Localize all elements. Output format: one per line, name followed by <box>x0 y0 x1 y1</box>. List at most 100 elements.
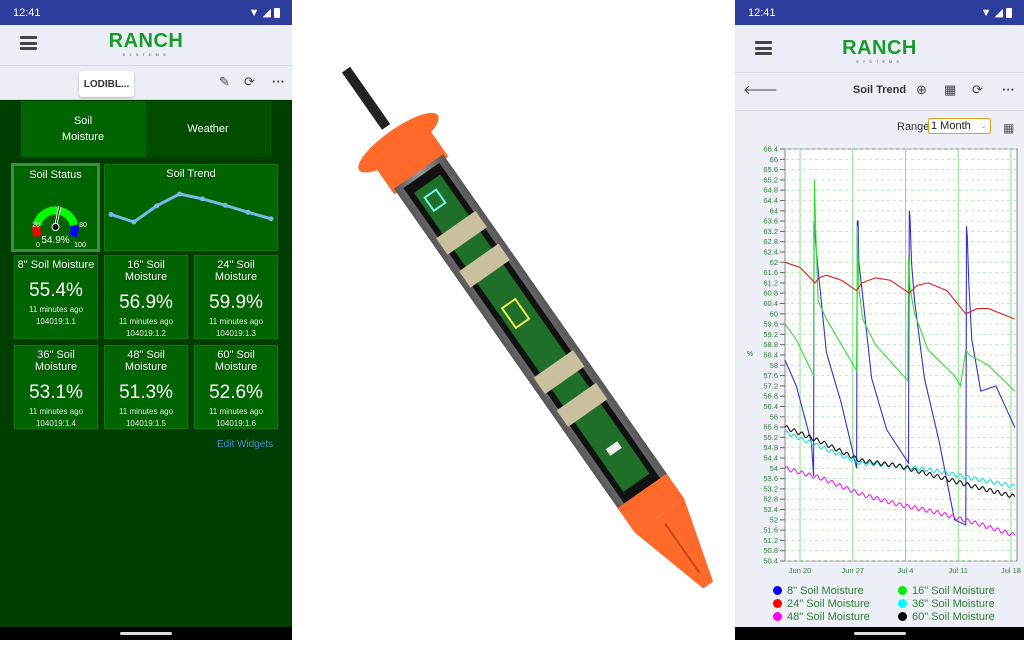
sensor-id: 104019:1.4 <box>35 419 77 428</box>
ranch-logo: RANCH SYSTEMS <box>109 31 184 57</box>
range-row: Range 1 Month ⌄ ▦ <box>735 111 1024 143</box>
y-tick-label: 66.4 <box>763 145 778 154</box>
y-tick-label: 61.6 <box>763 268 778 277</box>
nav-bar <box>0 627 292 640</box>
y-tick-label: 62 <box>770 258 778 267</box>
y-tick-label: 58 <box>770 361 778 370</box>
legend-item[interactable]: 24" Soil Moisture <box>773 597 898 610</box>
y-tick-label: 50.4 <box>763 557 778 566</box>
legend-item[interactable]: 60" Soil Moisture <box>898 610 1023 623</box>
y-tick-label: 66 <box>770 155 778 164</box>
y-tick-label: 53.6 <box>763 474 778 483</box>
range-select[interactable]: 1 Month ⌄ <box>928 118 991 134</box>
left-phone-screen: 12:41 ▼ ◢ RANCH SYSTEMS LODIBL... ✎ ⟳ ··… <box>0 0 292 640</box>
y-tick-label: 55.6 <box>763 423 778 432</box>
sparkline-point <box>199 196 205 202</box>
tab-bar: Soil Moisture Weather <box>21 101 271 157</box>
nav-bar <box>735 627 1024 640</box>
legend-item[interactable]: 48" Soil Moisture <box>773 610 898 623</box>
widget-title: Soil Status <box>29 169 82 181</box>
more-icon[interactable]: ··· <box>1002 83 1015 97</box>
x-tick-label: Jun 20 <box>789 566 812 575</box>
site-selector-button[interactable]: LODIBL... <box>79 71 134 97</box>
product-image <box>292 0 735 640</box>
legend-item[interactable]: 16" Soil Moisture <box>898 584 1023 597</box>
tab-soil-moisture[interactable]: Soil Moisture <box>21 101 146 157</box>
more-icon[interactable]: ··· <box>272 75 285 89</box>
y-tick-label: 52 <box>770 515 778 524</box>
legend-item[interactable]: 8" Soil Moisture <box>773 584 898 597</box>
menu-icon[interactable] <box>755 41 772 55</box>
app-bar: RANCH SYSTEMS <box>735 25 1024 73</box>
battery-icon <box>1006 7 1012 18</box>
moisture-widget[interactable]: 24" Soil Moisture 59.9% 11 minutes ago 1040… <box>194 255 278 339</box>
moisture-widget[interactable]: 60" Soil Moisture 52.6% 11 minutes ago 1040… <box>194 345 278 429</box>
soil-status-widget[interactable]: Soil Status 20 80 0 100 54.9% <box>11 163 100 252</box>
refresh-icon[interactable]: ⟳ <box>972 83 983 97</box>
signal-icon: ◢ <box>262 7 271 19</box>
soil-probe-illustration <box>341 66 714 589</box>
y-tick-label: 53.2 <box>763 484 778 493</box>
widget-title: 48" Soil Moisture <box>124 349 168 373</box>
home-indicator[interactable] <box>853 632 906 635</box>
ranch-logo: RANCH SYSTEMS <box>842 38 917 64</box>
y-tick-label: 59.6 <box>763 320 778 329</box>
calendar-icon[interactable]: ▦ <box>1003 121 1014 135</box>
sparkline-point <box>131 219 137 225</box>
tab-weather[interactable]: Weather <box>146 101 271 157</box>
y-tick-label: 60.8 <box>763 289 778 298</box>
sensor-id: 104019:1.5 <box>125 419 167 428</box>
last-updated: 11 minutes ago <box>28 305 84 314</box>
gauge-hub <box>51 223 60 231</box>
moisture-value: 59.9% <box>209 292 263 313</box>
chart-icon[interactable]: ▦ <box>944 83 956 97</box>
soil-trend-chart[interactable]: 66.46665.665.2 64.864.464 63.663.262.8 62.4… <box>735 141 1024 581</box>
widget-title: Soil Trend <box>166 168 216 180</box>
range-label: Range <box>897 121 930 133</box>
status-bar: 12:41 ▼ ◢ <box>0 0 292 25</box>
legend-label: 48" Soil Moisture <box>787 610 870 623</box>
logo-sub: SYSTEMS <box>855 59 904 64</box>
tab-label: Soil Moisture <box>61 115 105 143</box>
y-tick-label: 54 <box>770 464 778 473</box>
app-bar: RANCH SYSTEMS <box>0 25 292 66</box>
last-updated: 11 minutes ago <box>118 407 174 416</box>
sensor-id: 104019:1.1 <box>35 317 77 326</box>
y-tick-label: 60 <box>770 309 778 318</box>
moisture-widget[interactable]: 8" Soil Moisture 55.4% 11 minutes ago 10401… <box>14 255 98 339</box>
moisture-widget[interactable]: 36" Soil Moisture 53.1% 11 minutes ago 1040… <box>14 345 98 429</box>
status-icons: ▼ ◢ <box>981 6 1012 19</box>
logo-sub: SYSTEMS <box>122 52 170 57</box>
soil-trend-sparkline <box>108 191 274 225</box>
legend-item[interactable]: 36" Soil Moisture <box>898 597 1023 610</box>
moisture-value: 55.4% <box>29 280 83 301</box>
sub-toolbar: 🡐 Soil Trend ⊕ ▦ ⟳ ··· <box>735 73 1024 111</box>
legend-label: 60" Soil Moisture <box>912 610 995 623</box>
wifi-icon: ▼ <box>248 6 260 19</box>
menu-icon[interactable] <box>20 36 37 50</box>
widget-title: 8" Soil Moisture <box>17 259 95 271</box>
zoom-in-icon[interactable]: ⊕ <box>916 83 927 97</box>
x-tick-label: Jun 27 <box>842 566 865 575</box>
legend-dot-icon <box>773 612 782 621</box>
right-phone-screen: 12:41 ▼ ◢ RANCH SYSTEMS 🡐 Soil Trend ⊕ ▦… <box>735 0 1024 640</box>
sparkline-line <box>110 192 272 224</box>
home-indicator[interactable] <box>120 632 172 635</box>
y-tick-label: 56.8 <box>763 392 778 401</box>
moisture-widget[interactable]: 16" Soil Moisture 56.9% 11 minutes ago 1040… <box>104 255 188 339</box>
sensor-id: 104019:1.6 <box>215 419 257 428</box>
legend-dot-icon <box>773 586 782 595</box>
x-tick-label: Jul 11 <box>949 566 968 575</box>
widget-title: 16" Soil Moisture <box>124 259 168 283</box>
sparkline-point <box>245 209 251 215</box>
soil-trend-widget[interactable]: Soil Trend <box>104 164 278 251</box>
y-tick-label: 57.2 <box>763 381 778 390</box>
pencil-icon[interactable]: ✎ <box>219 75 230 89</box>
y-tick-label: 51.6 <box>763 526 778 535</box>
refresh-icon[interactable]: ⟳ <box>244 75 255 89</box>
y-tick-label: 63.6 <box>763 217 778 226</box>
legend-label: 24" Soil Moisture <box>787 597 870 610</box>
moisture-widget[interactable]: 48" Soil Moisture 51.3% 11 minutes ago 1040… <box>104 345 188 429</box>
edit-widgets-link[interactable]: Edit Widgets <box>217 439 273 450</box>
y-tick-label: 56.4 <box>763 402 778 411</box>
